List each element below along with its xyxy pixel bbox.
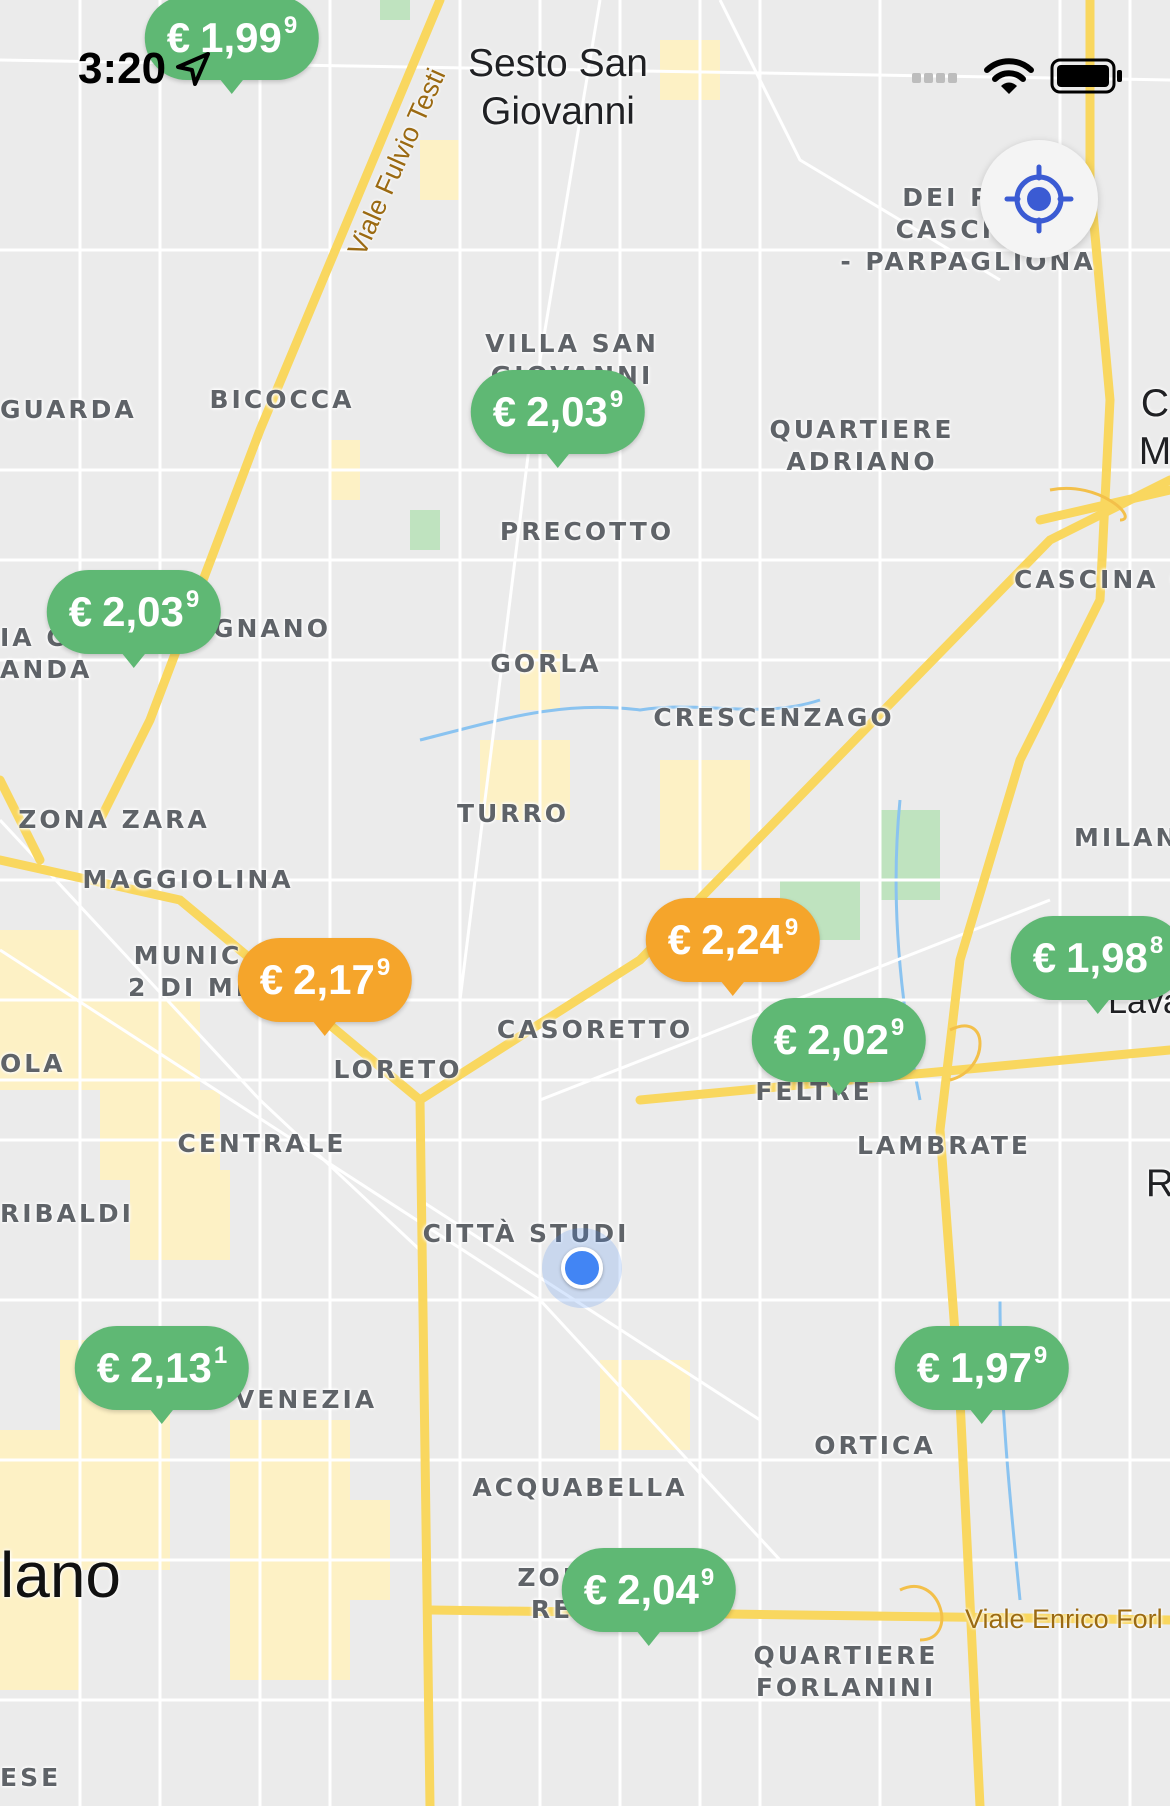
locate-me-button[interactable] xyxy=(980,140,1098,258)
price-pin[interactable]: €1,98 8 xyxy=(1010,916,1170,1014)
district-label: ZONA ZARA xyxy=(18,805,210,834)
district-label: RIBALDI xyxy=(0,1199,134,1228)
pin-price-decimal: 9 xyxy=(1033,1342,1048,1369)
district-label: GNANO xyxy=(213,614,331,643)
user-location-dot xyxy=(542,1228,622,1308)
pin-price: 2,02 xyxy=(807,1016,889,1063)
district-label: CASORETTO xyxy=(496,1015,694,1044)
pin-currency: € xyxy=(96,1344,121,1391)
pin-price: 2,04 xyxy=(617,1566,699,1613)
pin-currency: € xyxy=(916,1344,941,1391)
pin-currency: € xyxy=(667,916,692,963)
district-label: LAMBRATE xyxy=(857,1131,1031,1160)
district-label: MAGGIOLINA xyxy=(82,865,294,894)
district-label: CENTRALE xyxy=(177,1129,347,1158)
pin-price: 1,99 xyxy=(200,14,282,61)
pin-currency: € xyxy=(583,1566,608,1613)
price-pin[interactable]: €2,13 1 xyxy=(74,1326,250,1424)
district-label: R xyxy=(1145,1162,1170,1205)
city-label-milano: lano xyxy=(0,1539,121,1611)
pin-price-decimal: 9 xyxy=(700,1564,715,1591)
pin-price-decimal: 9 xyxy=(784,914,799,941)
pin-currency: € xyxy=(492,388,517,435)
district-label: PRECOTTO xyxy=(499,517,675,546)
pin-price-decimal: 9 xyxy=(609,386,624,413)
pin-currency: € xyxy=(1032,934,1057,981)
pin-price-decimal: 9 xyxy=(376,954,391,981)
pin-price: 2,17 xyxy=(293,956,375,1003)
battery-icon xyxy=(1050,58,1122,94)
district-label: LORETO xyxy=(333,1055,463,1084)
district-label: QUARTIERE ADRIANO xyxy=(769,415,955,476)
cellular-signal-icon xyxy=(912,73,957,83)
district-label: OLA xyxy=(0,1049,66,1078)
district-label: QUARTIERE FORLANINI xyxy=(753,1641,939,1702)
district-label: CRESCENZAGO xyxy=(653,703,895,732)
pin-currency: € xyxy=(68,588,93,635)
status-bar-indicators xyxy=(912,56,1124,96)
pin-price: 2,03 xyxy=(102,588,184,635)
road-label-enrico-forlanini: Viale Enrico Forl xyxy=(965,1604,1163,1634)
pin-price: 2,03 xyxy=(526,388,608,435)
district-label: GUARDA xyxy=(0,395,137,424)
target-location-icon xyxy=(1004,164,1074,234)
price-pin[interactable]: €2,03 9 xyxy=(470,370,646,468)
pin-price-decimal: 9 xyxy=(185,586,200,613)
city-label-sesto: Sesto San Giovanni xyxy=(468,42,648,133)
price-pin[interactable]: €2,03 9 xyxy=(46,570,222,668)
district-label: BICOCCA xyxy=(209,385,355,414)
price-pin[interactable]: €2,02 9 xyxy=(751,998,927,1096)
location-arrow-icon xyxy=(176,52,211,86)
district-label: ACQUABELLA xyxy=(472,1473,688,1502)
pin-price-decimal: 9 xyxy=(283,12,298,39)
pin-currency: € xyxy=(259,956,284,1003)
wifi-icon xyxy=(984,58,1034,94)
district-label: TURRO xyxy=(456,799,570,828)
district-label: VENEZIA xyxy=(234,1385,378,1414)
price-pin[interactable]: €1,97 9 xyxy=(894,1326,1070,1424)
district-label: CASCINA C xyxy=(1014,565,1159,594)
pin-price: 2,13 xyxy=(130,1344,212,1391)
pin-price-decimal: 9 xyxy=(890,1014,905,1041)
pin-price: 2,24 xyxy=(701,916,783,963)
district-label: ORTICA xyxy=(814,1431,936,1460)
district-label: ESE xyxy=(0,1763,62,1792)
city-label-edge: C M xyxy=(1138,382,1170,473)
pin-price: 1,97 xyxy=(950,1344,1032,1391)
pin-price-decimal: 1 xyxy=(213,1342,228,1369)
district-label: MILAN xyxy=(1074,823,1170,852)
clock-text: 3:20 xyxy=(78,44,167,93)
pin-currency: € xyxy=(773,1016,798,1063)
pin-price-decimal: 8 xyxy=(1149,932,1164,959)
price-pin[interactable]: €2,17 9 xyxy=(237,938,413,1036)
pin-price: 1,98 xyxy=(1066,934,1148,981)
status-bar-time: 3:20 xyxy=(78,44,212,94)
price-pin[interactable]: €2,24 9 xyxy=(645,898,821,996)
price-pin[interactable]: €2,04 9 xyxy=(561,1548,737,1646)
user-location-core xyxy=(561,1247,603,1289)
district-label: MUNIC 2 DI MI xyxy=(127,941,249,1002)
district-label: GORLA xyxy=(490,649,602,678)
